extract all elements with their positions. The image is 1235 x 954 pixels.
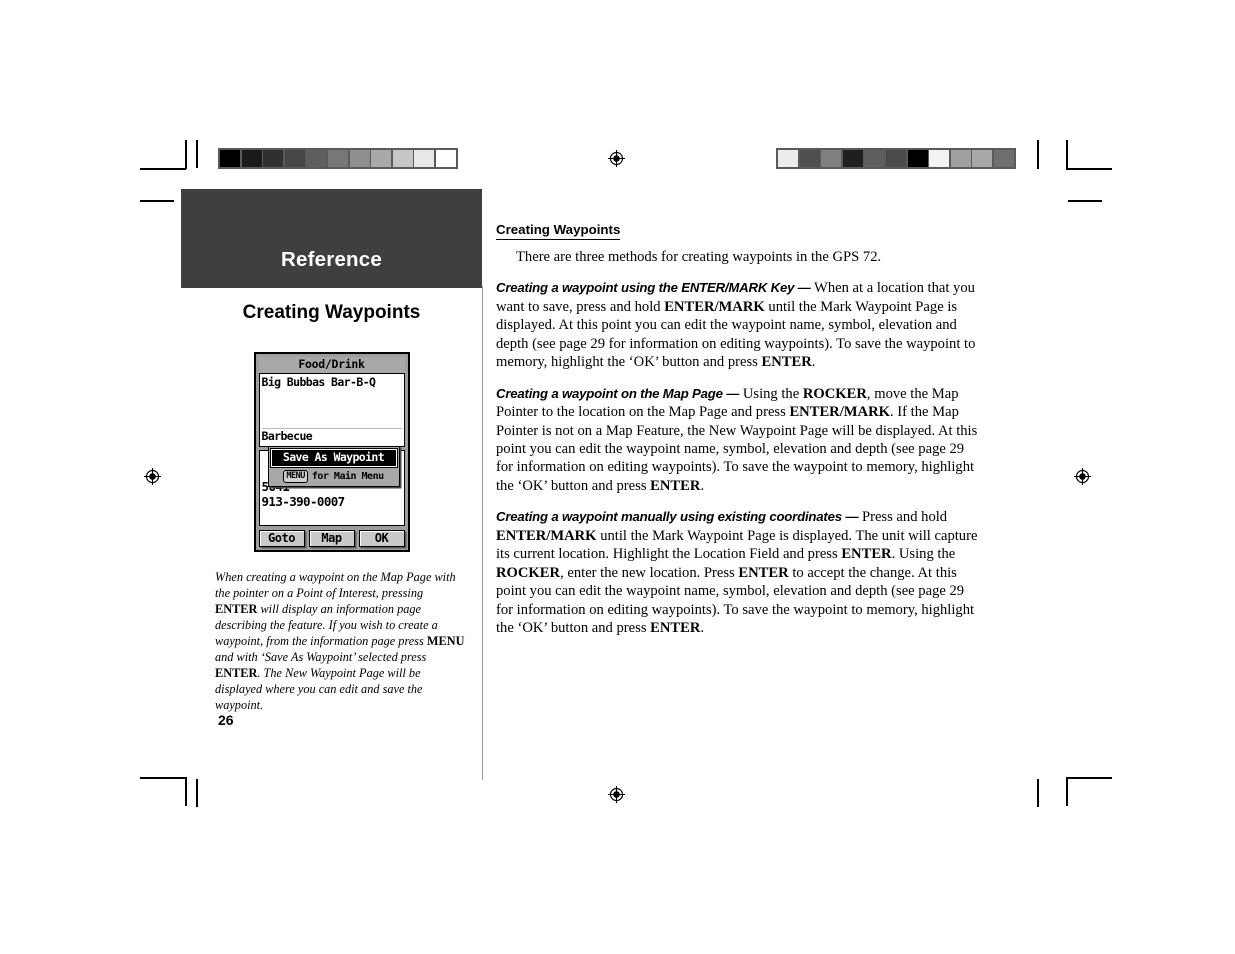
chapter-band: Reference xyxy=(181,189,482,288)
key-name: ENTER/MARK xyxy=(664,298,765,315)
crop-mark-top-right-h xyxy=(1066,168,1112,170)
gps-poi-name: Big Bubbas Bar-B-Q xyxy=(261,375,376,390)
body-paragraph: Creating a waypoint on the Map Page — Us… xyxy=(496,385,980,496)
calibration-swatch xyxy=(993,150,1015,167)
crop-mark-bottom-left-v xyxy=(185,777,187,806)
calibration-swatch xyxy=(263,150,284,167)
gps-poi-category: Barbecue xyxy=(261,429,313,442)
caption-key-name: ENTER xyxy=(215,602,258,617)
body-paragraph-list: Creating a waypoint using the ENTER/MARK… xyxy=(496,279,980,637)
crop-mark-top-right-v xyxy=(1066,140,1068,169)
calibration-swatch xyxy=(885,150,907,167)
calibration-swatch xyxy=(306,150,327,167)
gps-button-row: Goto Map OK xyxy=(258,530,405,548)
calibration-swatch xyxy=(778,150,799,167)
calibration-swatch xyxy=(842,150,863,167)
body-text: . xyxy=(700,620,705,637)
calibration-swatch xyxy=(241,150,262,167)
caption-key-name: ENTER xyxy=(215,666,258,681)
menu-key-chip: MENU xyxy=(283,469,308,483)
body-text: Press and hold xyxy=(858,509,948,526)
page-number: 26 xyxy=(218,712,234,728)
calibration-swatch xyxy=(284,150,305,167)
body-text: , enter the new location. Press xyxy=(560,564,739,581)
key-name: ENTER xyxy=(761,354,812,371)
paragraph-runin-heading: Creating a waypoint using the ENTER/MARK… xyxy=(496,280,811,296)
gps-map-button[interactable]: Map xyxy=(308,530,355,548)
crop-mark-top-left-bleed-v xyxy=(196,140,198,168)
calibration-swatch xyxy=(821,150,842,167)
body-text: Using the xyxy=(739,385,803,402)
crop-mark-top-left-v xyxy=(185,140,187,169)
calibration-swatch xyxy=(864,150,885,167)
body-heading: Creating Waypoints xyxy=(496,222,621,240)
figure-caption: When creating a waypoint on the Map Page… xyxy=(215,570,465,714)
right-column: Creating Waypoints There are three metho… xyxy=(496,221,980,638)
key-name: ENTER/MARK xyxy=(496,527,597,544)
crop-mark-left-band-h xyxy=(140,200,174,202)
calibration-swatch xyxy=(220,150,241,167)
calibration-swatch xyxy=(371,150,392,167)
body-intro: There are three methods for creating way… xyxy=(516,248,882,265)
calibration-bar-left xyxy=(218,148,458,169)
column-rule xyxy=(482,286,483,780)
caption-key-name: MENU xyxy=(426,634,465,649)
gps-ok-button[interactable]: OK xyxy=(358,530,405,548)
document-page: Reference Creating Waypoints Food/Drink … xyxy=(0,0,1235,954)
calibration-swatch xyxy=(950,150,971,167)
calibration-bar-right xyxy=(776,148,1016,169)
gps-context-menu[interactable]: Save As Waypoint MENU for Main Menu xyxy=(267,446,400,487)
registration-target-right xyxy=(1074,468,1091,485)
body-paragraph: Creating a waypoint manually using exist… xyxy=(496,508,980,637)
calibration-swatch xyxy=(327,150,349,167)
calibration-swatch xyxy=(414,150,435,167)
calibration-swatch xyxy=(907,150,928,167)
calibration-swatch xyxy=(349,150,370,167)
calibration-swatch xyxy=(972,150,993,167)
gps-screen-shell: Food/Drink Big Bubbas Bar-B-Q Barbecue 5… xyxy=(253,352,410,553)
crop-mark-bottom-left-h xyxy=(140,777,186,779)
caption-text: When creating a waypoint on the Map Page… xyxy=(215,570,456,601)
calibration-swatch xyxy=(929,150,950,167)
calibration-swatch xyxy=(799,150,820,167)
gps-info-pane: Big Bubbas Bar-B-Q Barbecue xyxy=(258,373,405,448)
menu-item-save-as-waypoint[interactable]: Save As Waypoint xyxy=(269,448,398,468)
calibration-swatch xyxy=(435,150,457,167)
crop-mark-top-right-bleed-v xyxy=(1037,140,1039,169)
crop-mark-top-left-h xyxy=(140,168,186,170)
menu-hint-text: for Main Menu xyxy=(311,470,384,482)
caption-text: and with ‘Save As Waypoint’ selected pre… xyxy=(215,650,427,665)
key-name: ENTER xyxy=(841,546,892,563)
gps-titlebar: Food/Drink xyxy=(258,357,405,374)
menu-hint-row: MENU for Main Menu xyxy=(271,467,397,484)
gps-device-figure: Food/Drink Big Bubbas Bar-B-Q Barbecue 5… xyxy=(253,352,410,553)
crop-mark-bottom-left-bleed-v xyxy=(196,779,198,807)
key-name: ROCKER xyxy=(496,564,561,581)
gps-divider xyxy=(261,427,402,429)
body-text: . xyxy=(700,477,705,494)
crop-mark-bottom-right-h xyxy=(1066,777,1112,779)
gps-phone-line: 913-390-0007 xyxy=(261,494,346,510)
registration-target-top xyxy=(608,150,625,167)
registration-target-bottom xyxy=(608,786,625,803)
paragraph-runin-heading: Creating a waypoint manually using exist… xyxy=(496,509,859,525)
key-name: ENTER xyxy=(738,564,789,581)
crop-mark-bottom-right-v xyxy=(1066,777,1068,806)
calibration-swatch xyxy=(392,150,413,167)
section-title: Creating Waypoints xyxy=(242,302,421,323)
key-name: ENTER xyxy=(650,477,701,494)
key-name: ROCKER xyxy=(802,385,867,402)
body-text: . Using the xyxy=(891,546,956,563)
crop-mark-right-band-h xyxy=(1068,200,1102,202)
paragraph-runin-heading: Creating a waypoint on the Map Page — xyxy=(496,385,740,401)
registration-target-left xyxy=(144,468,161,485)
left-column: Reference Creating Waypoints Food/Drink … xyxy=(181,189,482,714)
body-text: . xyxy=(811,354,816,371)
key-name: ENTER/MARK xyxy=(789,404,890,421)
key-name: ENTER xyxy=(650,620,701,637)
chapter-title: Reference xyxy=(281,247,382,271)
crop-mark-bottom-right-bleed-v xyxy=(1037,779,1039,807)
gps-goto-button[interactable]: Goto xyxy=(258,530,305,548)
body-paragraph: Creating a waypoint using the ENTER/MARK… xyxy=(496,279,980,371)
